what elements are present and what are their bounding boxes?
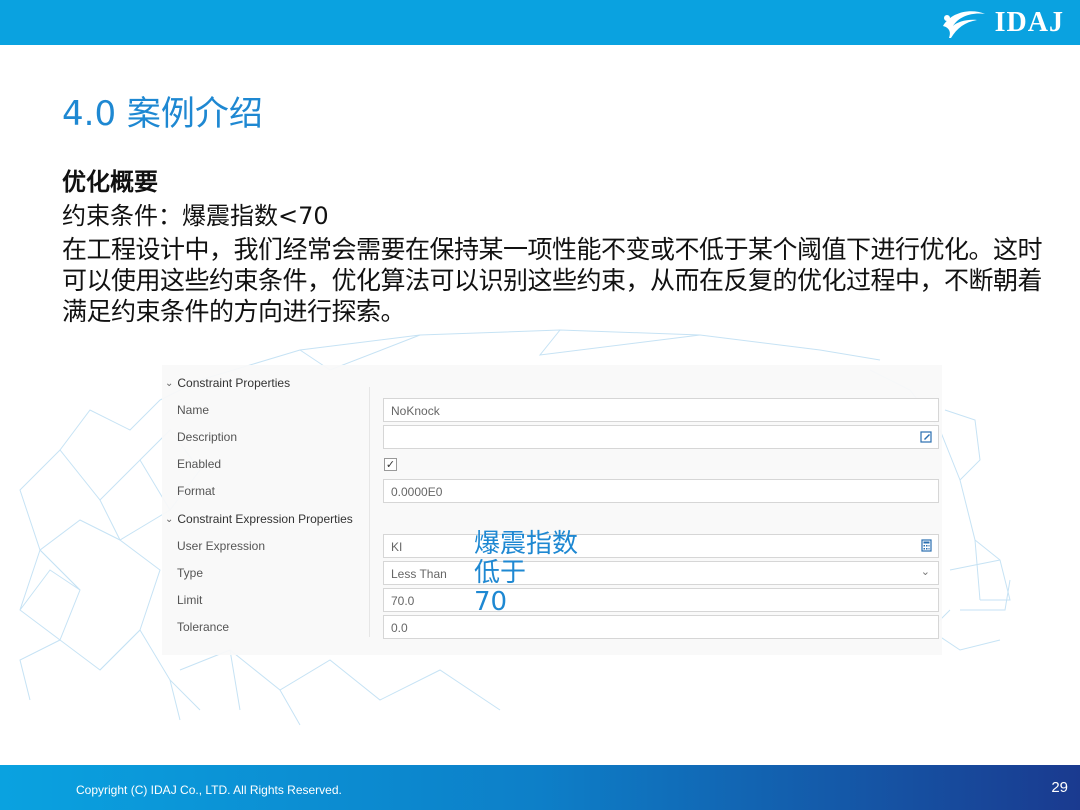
- name-field[interactable]: NoKnock: [383, 398, 939, 422]
- chevron-down-icon: ⌄: [165, 377, 174, 389]
- footer-bar: Copyright (C) IDAJ Co., LTD. All Rights …: [0, 765, 1080, 810]
- type-label: Type: [177, 566, 204, 580]
- enabled-label: Enabled: [177, 457, 222, 471]
- tolerance-field[interactable]: 0.0: [383, 615, 939, 639]
- slide-title: 4.0 案例介绍: [62, 94, 263, 134]
- annotation-knock-index: 爆震指数: [474, 529, 579, 559]
- type-value: Less Than: [391, 567, 447, 581]
- limit-field[interactable]: 70.0: [383, 588, 939, 612]
- user-expression-label: User Expression: [177, 539, 266, 553]
- description-label: Description: [177, 430, 238, 444]
- calculator-icon[interactable]: [920, 539, 933, 552]
- section-constraint-properties[interactable]: ⌄ Constraint Properties: [165, 376, 290, 390]
- chevron-down-icon: ⌄: [920, 566, 930, 578]
- subheading: 优化概要: [62, 168, 158, 196]
- limit-label: Limit: [177, 593, 203, 607]
- page-number: 29: [1051, 779, 1068, 796]
- user-expression-field[interactable]: KI: [383, 534, 939, 558]
- type-select[interactable]: Less Than ⌄: [383, 561, 939, 585]
- format-field[interactable]: 0.0000E0: [383, 479, 939, 503]
- format-label: Format: [177, 484, 216, 498]
- description-paragraph: 在工程设计中，我们经常会需要在保持某一项性能不变或不低于某个阈值下进行优化。这时…: [62, 235, 1043, 326]
- annotation-limit-value: 70: [474, 587, 508, 617]
- section-title: Constraint Expression Properties: [177, 512, 353, 526]
- section-title: Constraint Properties: [177, 376, 291, 390]
- user-expression-value: KI: [391, 540, 403, 554]
- edit-icon[interactable]: [920, 430, 933, 443]
- constraint-properties-panel: ⌄ Constraint Properties Name NoKnock Des…: [162, 365, 942, 655]
- company-logo: IDAJ: [937, 6, 1064, 40]
- section-constraint-expression-properties[interactable]: ⌄ Constraint Expression Properties: [165, 512, 353, 526]
- logo-text: IDAJ: [994, 7, 1064, 38]
- copyright-text: Copyright (C) IDAJ Co., LTD. All Rights …: [76, 783, 342, 797]
- chevron-down-icon: ⌄: [165, 513, 174, 525]
- constraint-summary: 约束条件：爆震指数<70: [62, 202, 329, 230]
- description-field[interactable]: [383, 425, 939, 449]
- enabled-checkbox[interactable]: ✓: [384, 458, 397, 471]
- logo-swoosh-icon: [942, 11, 985, 39]
- name-label: Name: [177, 403, 210, 417]
- column-divider: [369, 387, 370, 637]
- header-bar: IDAJ: [0, 0, 1080, 45]
- annotation-less-than: 低于: [474, 558, 527, 588]
- tolerance-label: Tolerance: [177, 620, 230, 634]
